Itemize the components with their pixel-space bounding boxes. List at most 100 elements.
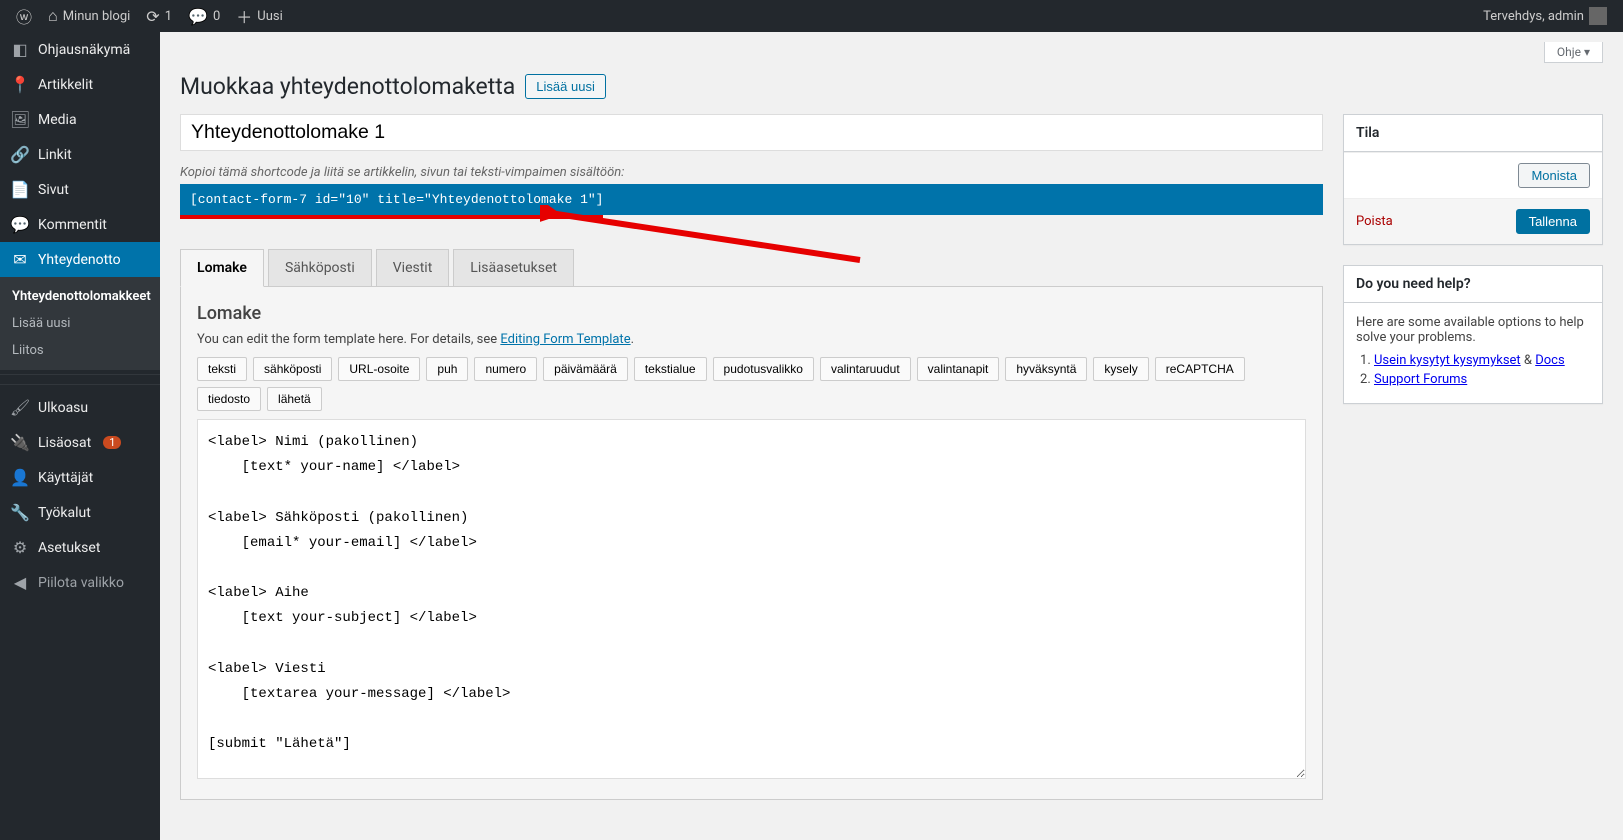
sidebar-item-label: Linkit [38, 147, 72, 163]
tag-generator-teksti[interactable]: teksti [197, 357, 247, 381]
menu-icon: ✉ [10, 250, 30, 269]
sidebar-item-asetukset[interactable]: ⚙ Asetukset [0, 530, 160, 565]
delete-link[interactable]: Poista [1356, 214, 1393, 229]
tag-generator-hyväksyntä[interactable]: hyväksyntä [1005, 357, 1087, 381]
sidebar-item-artikkelit[interactable]: 📍Artikkelit [0, 67, 160, 102]
menu-icon: ⚙ [10, 538, 30, 557]
menu-icon: 📄 [10, 180, 30, 199]
help-list-item: Support Forums [1374, 372, 1590, 387]
duplicate-button[interactable]: Monista [1518, 163, 1590, 188]
tag-generator-kysely[interactable]: kysely [1093, 357, 1148, 381]
form-panel-instruction: You can edit the form template here. For… [197, 332, 1306, 347]
sidebar-item-label: Lisäosat [38, 435, 91, 451]
comments-count: 0 [213, 9, 220, 24]
account-link[interactable]: Tervehdys, admin [1475, 0, 1615, 32]
sidebar-item-lisosat[interactable]: 🔌 Lisäosat 1 [0, 425, 160, 460]
shortcode-display[interactable]: [contact-form-7 id="10" title="Yhteydeno… [180, 184, 1323, 215]
help-link[interactable]: Support Forums [1374, 372, 1467, 387]
tag-generator-pudotusvalikko[interactable]: pudotusvalikko [713, 357, 814, 381]
tag-generator-lähetä[interactable]: lähetä [267, 387, 322, 411]
sidebar-item-tykalut[interactable]: 🔧 Työkalut [0, 495, 160, 530]
submenu-item[interactable]: Liitos [0, 337, 160, 364]
help-postbox: Do you need help? Here are some availabl… [1343, 265, 1603, 404]
menu-icon: ◧ [10, 40, 30, 59]
page-title: Muokkaa yhteydenottolomaketta [180, 73, 515, 100]
tag-generator-puh[interactable]: puh [426, 357, 468, 381]
sidebar-item-label: Ulkoasu [38, 400, 88, 416]
sidebar-item-kyttjt[interactable]: 👤 Käyttäjät [0, 460, 160, 495]
help-link[interactable]: Usein kysytyt kysymykset [1374, 353, 1521, 368]
tag-generator-valintaruudut[interactable]: valintaruudut [820, 357, 911, 381]
sidebar-item-sivut[interactable]: 📄Sivut [0, 172, 160, 207]
updates-count: 1 [165, 9, 172, 24]
tag-generator-URLosoite[interactable]: URL-osoite [338, 357, 420, 381]
admin-toolbar: ⓦ ⌂Minun blogi ⟳1 💬0 ＋Uusi Tervehdys, ad… [0, 0, 1623, 32]
sidebar-item-media[interactable]: 🖼 Media [0, 102, 160, 137]
tab-lomake[interactable]: Lomake [180, 249, 264, 287]
menu-icon: 🔧 [10, 503, 30, 522]
tag-generator-reCAPTCHA[interactable]: reCAPTCHA [1155, 357, 1245, 381]
add-new-button[interactable]: Lisää uusi [525, 74, 606, 99]
update-badge: 1 [103, 436, 121, 449]
help-list-item: Usein kysytyt kysymykset & Docs [1374, 353, 1590, 368]
avatar [1589, 7, 1607, 25]
help-postbox-title: Do you need help? [1344, 266, 1602, 303]
collapse-menu-button[interactable]: ◀Piilota valikko [0, 565, 160, 600]
sidebar-item-yhteydenotto[interactable]: ✉ Yhteydenotto [0, 242, 160, 277]
status-postbox: Tila Monista Poista Tallenna [1343, 114, 1603, 245]
menu-icon: 🖌 [10, 398, 30, 417]
form-title-input[interactable] [180, 114, 1323, 151]
help-tab-button[interactable]: Ohje ▾ [1544, 42, 1603, 63]
sidebar-item-ulkoasu[interactable]: 🖌 Ulkoasu [0, 390, 160, 425]
sidebar-item-label: Ohjausnäkymä [38, 42, 130, 58]
shortcode-hint-text: Kopioi tämä shortcode ja liitä se artikk… [180, 165, 1323, 180]
site-link[interactable]: ⌂Minun blogi [40, 0, 138, 32]
wordpress-icon: ⓦ [16, 4, 32, 28]
tag-generator-tiedosto[interactable]: tiedosto [197, 387, 261, 411]
tab-shkposti[interactable]: Sähköposti [268, 249, 372, 287]
tag-generator-tekstialue[interactable]: tekstialue [634, 357, 707, 381]
menu-icon: 📍 [10, 75, 30, 94]
comment-icon: 💬 [188, 7, 208, 26]
tag-generator-päivämäärä[interactable]: päivämäärä [543, 357, 628, 381]
save-button[interactable]: Tallenna [1516, 209, 1590, 234]
menu-icon: 🖼 [10, 110, 30, 129]
sidebar-item-label: Työkalut [38, 505, 91, 521]
tag-generator-valintanapit[interactable]: valintanapit [917, 357, 1000, 381]
updates-link[interactable]: ⟳1 [138, 0, 180, 32]
submenu-item[interactable]: Lisää uusi [0, 310, 160, 337]
refresh-icon: ⟳ [146, 7, 159, 26]
sidebar-item-label: Asetukset [38, 540, 100, 556]
sidebar-item-label: Yhteydenotto [38, 252, 121, 268]
sidebar-item-label: Kommentit [38, 217, 107, 233]
comments-link[interactable]: 💬0 [180, 0, 228, 32]
tag-generator-numero[interactable]: numero [474, 357, 537, 381]
form-template-textarea[interactable] [197, 419, 1306, 779]
main-content: Ohje ▾ Muokkaa yhteydenottolomaketta Lis… [160, 32, 1623, 840]
home-icon: ⌂ [48, 6, 58, 26]
menu-icon: 🔗 [10, 145, 30, 164]
greeting-text: Tervehdys, admin [1483, 9, 1584, 24]
menu-icon: 👤 [10, 468, 30, 487]
annotation-underline [180, 215, 603, 219]
sidebar-item-kommentit[interactable]: 💬 Kommentit [0, 207, 160, 242]
new-content-link[interactable]: ＋Uusi [228, 0, 290, 32]
menu-icon: 🔌 [10, 433, 30, 452]
tag-generator-sähköposti[interactable]: sähköposti [253, 357, 332, 381]
sidebar-item-ohjausnkym[interactable]: ◧ Ohjausnäkymä [0, 32, 160, 67]
sidebar-item-label: Media [38, 112, 77, 128]
submenu-item[interactable]: Yhteydenottolomakkeet [0, 283, 160, 310]
status-postbox-title: Tila [1344, 115, 1602, 152]
sidebar-item-label: Käyttäjät [38, 470, 93, 486]
help-link[interactable]: Docs [1535, 353, 1564, 368]
wordpress-logo-link[interactable]: ⓦ [8, 0, 40, 32]
form-panel-heading: Lomake [197, 303, 1306, 324]
editing-template-link[interactable]: Editing Form Template [500, 332, 630, 347]
tab-lisasetukset[interactable]: Lisäasetukset [453, 249, 574, 287]
tab-viestit[interactable]: Viestit [376, 249, 450, 287]
collapse-icon: ◀ [10, 573, 30, 592]
admin-sidebar: ◧ Ohjausnäkymä 📍Artikkelit 🖼 Media 🔗 Linkit 📄Si… [0, 32, 160, 840]
menu-icon: 💬 [10, 215, 30, 234]
sidebar-item-linkit[interactable]: 🔗 Linkit [0, 137, 160, 172]
plus-icon: ＋ [236, 4, 252, 28]
